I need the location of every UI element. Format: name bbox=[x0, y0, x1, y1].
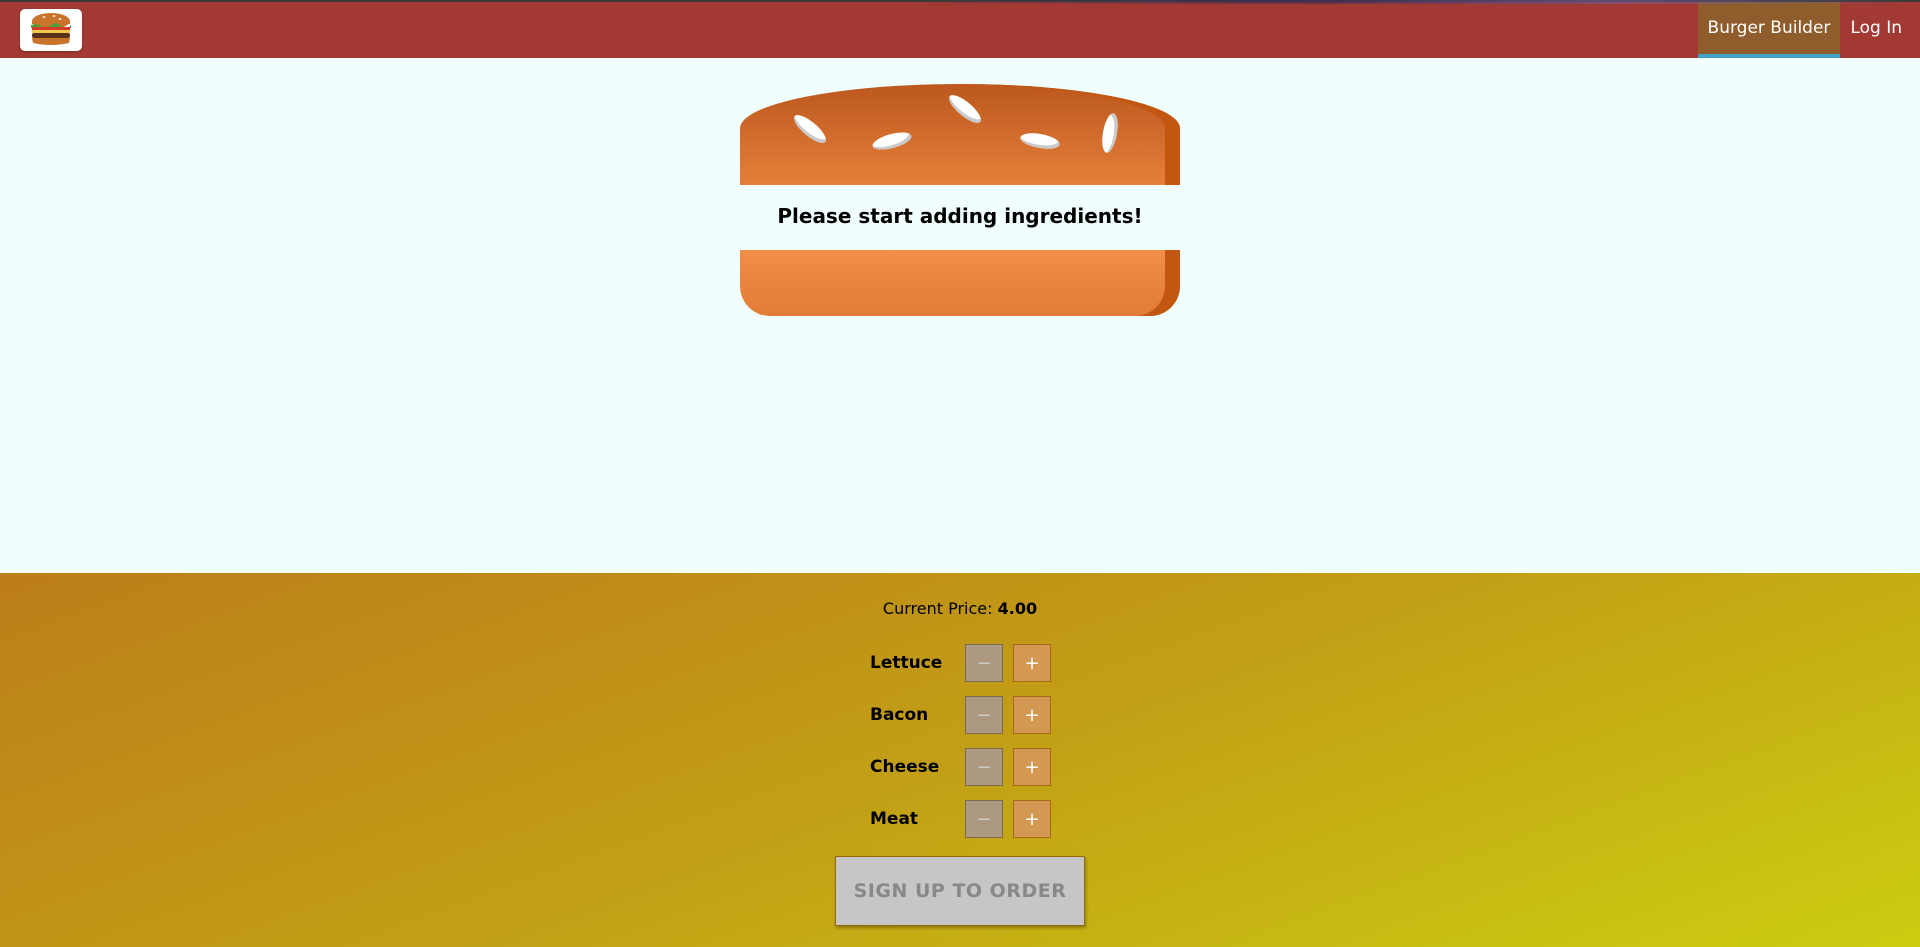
less-lettuce-button[interactable]: − bbox=[965, 644, 1003, 682]
control-label: Bacon bbox=[870, 705, 929, 725]
build-controls: Current Price: 4.00 Lettuce − + Bacon − … bbox=[0, 573, 1920, 947]
control-cheese: Cheese − + bbox=[870, 748, 1070, 786]
price-label: Current Price: bbox=[882, 599, 993, 618]
sign-up-to-order-button[interactable]: SIGN UP TO ORDER bbox=[835, 856, 1085, 926]
more-cheese-button[interactable]: + bbox=[1013, 748, 1051, 786]
nav-items: Burger Builder Log In bbox=[1697, 2, 1912, 58]
nav-log-in[interactable]: Log In bbox=[1840, 2, 1912, 58]
more-lettuce-button[interactable]: + bbox=[1013, 644, 1051, 682]
burger-logo-icon[interactable] bbox=[20, 9, 82, 51]
control-label: Meat bbox=[870, 809, 919, 829]
bread-top bbox=[740, 84, 1180, 185]
bread-bottom bbox=[740, 250, 1180, 316]
current-price: Current Price: 4.00 bbox=[0, 599, 1920, 618]
nav-burger-builder[interactable]: Burger Builder bbox=[1697, 2, 1841, 58]
seed bbox=[945, 90, 985, 128]
less-cheese-button[interactable]: − bbox=[965, 748, 1003, 786]
control-meat: Meat − + bbox=[870, 800, 1070, 838]
less-bacon-button[interactable]: − bbox=[965, 696, 1003, 734]
seed bbox=[870, 129, 914, 153]
control-bacon: Bacon − + bbox=[870, 696, 1070, 734]
empty-burger-message: Please start adding ingredients! bbox=[777, 204, 1143, 228]
control-lettuce: Lettuce − + bbox=[870, 644, 1070, 682]
more-bacon-button[interactable]: + bbox=[1013, 696, 1051, 734]
price-value: 4.00 bbox=[997, 599, 1038, 618]
less-meat-button[interactable]: − bbox=[965, 800, 1003, 838]
seed bbox=[1019, 130, 1061, 152]
more-meat-button[interactable]: + bbox=[1013, 800, 1051, 838]
control-label: Lettuce bbox=[870, 653, 943, 673]
burger-preview: Please start adding ingredients! bbox=[740, 84, 1180, 316]
seed bbox=[1099, 112, 1121, 154]
toolbar: Burger Builder Log In bbox=[0, 0, 1920, 58]
control-label: Cheese bbox=[870, 757, 940, 777]
seed bbox=[790, 110, 830, 148]
